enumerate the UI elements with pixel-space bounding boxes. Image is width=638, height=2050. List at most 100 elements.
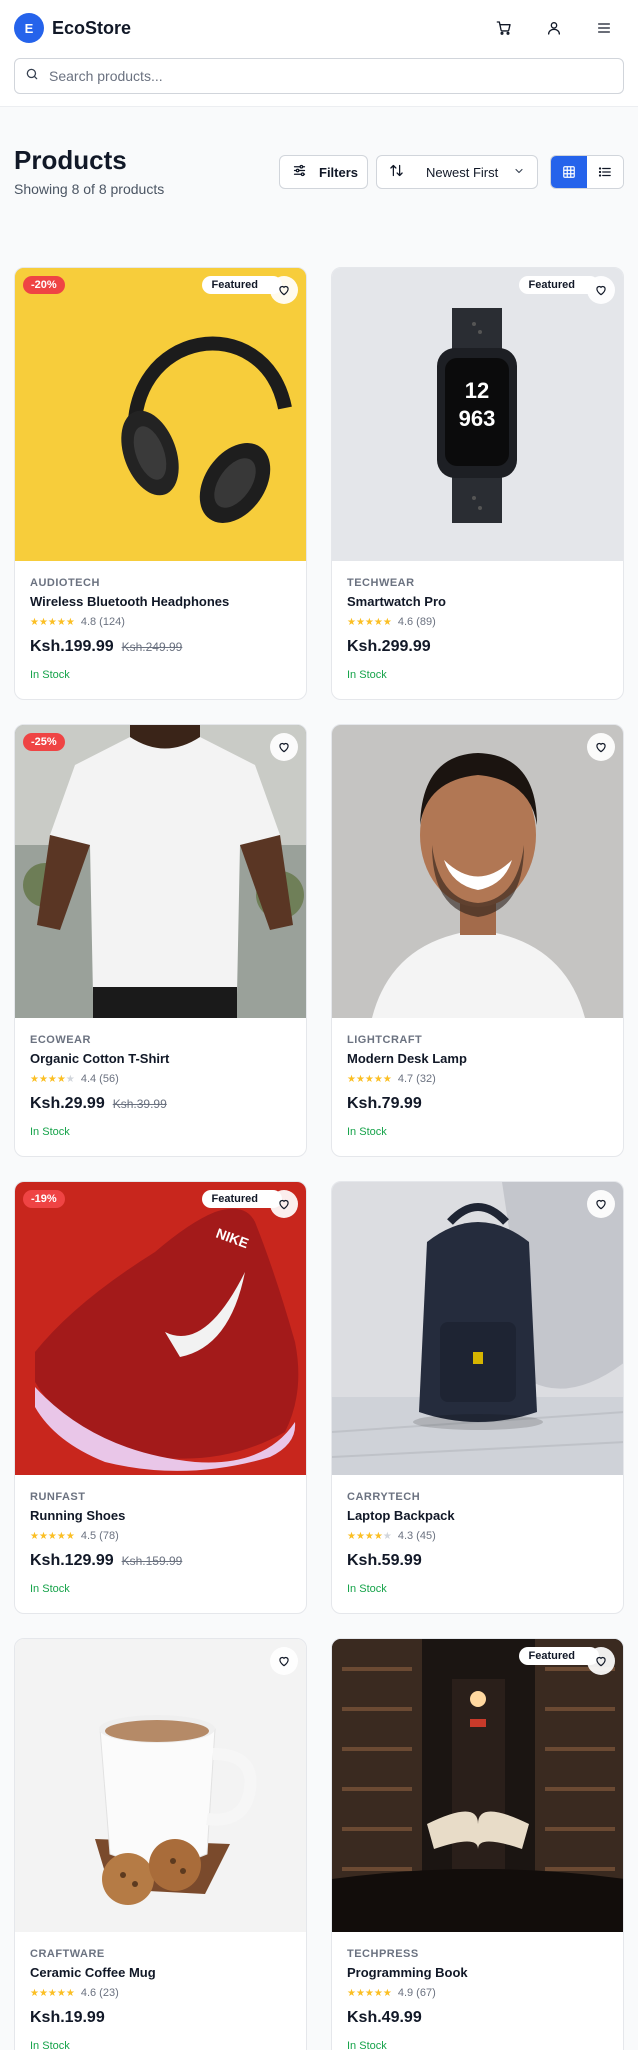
product-rating: ★★★★★ 4.4 (56) (30, 1073, 119, 1085)
discount-badge: -25% (23, 733, 65, 751)
product-card[interactable]: LIGHTCRAFT Modern Desk Lamp ★★★★★ 4.7 (32… (331, 724, 624, 1157)
grid-view-button[interactable] (551, 156, 587, 188)
results-count: Showing 8 of 8 products (14, 181, 165, 197)
product-price: Ksh.59.99 (347, 1552, 422, 1569)
product-price: Ksh.199.99 (30, 638, 114, 655)
product-image[interactable]: 12 963 Featured (332, 268, 623, 561)
stock-status: In Stock (30, 669, 70, 681)
product-brand: CRAFTWARE (30, 1948, 105, 1960)
original-price: Ksh.39.99 (112, 1097, 167, 1111)
svg-text:963: 963 (459, 406, 496, 431)
sort-arrows-icon (389, 163, 404, 181)
product-price: Ksh.19.99 (30, 2009, 105, 2026)
sort-select[interactable]: Newest First (376, 155, 538, 189)
filters-label: Filters (319, 164, 359, 180)
product-image[interactable]: Featured (332, 1639, 623, 1932)
stock-status: In Stock (347, 669, 387, 681)
search-icon (25, 67, 39, 86)
product-name[interactable]: Laptop Backpack (347, 1508, 608, 1523)
product-price: Ksh.49.99 (347, 2009, 422, 2026)
product-price: Ksh.29.99 (30, 1095, 105, 1112)
product-image[interactable]: NIKE -19% Featured (15, 1182, 306, 1475)
product-rating: ★★★★★ 4.8 (124) (30, 616, 125, 628)
stock-status: In Stock (347, 1126, 387, 1138)
product-card[interactable]: -20% Featured AUDIOTECH Wireless Bluetoo… (14, 267, 307, 700)
original-price: Ksh.159.99 (121, 1554, 183, 1568)
product-card[interactable]: Featured TECHPRESS Programming Book ★★★★… (331, 1638, 624, 2050)
product-rating: ★★★★★ 4.3 (45) (347, 1530, 436, 1542)
stock-status: In Stock (347, 1583, 387, 1595)
stock-status: In Stock (347, 2040, 387, 2050)
star-rating-icon: ★★★★★ (30, 1987, 75, 1999)
filters-button[interactable]: Filters (279, 155, 368, 189)
heart-icon[interactable] (587, 1647, 615, 1675)
product-image[interactable] (15, 1639, 306, 1932)
search-box (14, 58, 624, 94)
user-icon[interactable] (540, 14, 568, 42)
star-rating-icon: ★★★★★ (30, 1530, 75, 1542)
cart-icon[interactable] (490, 14, 518, 42)
product-price: Ksh.299.99 (347, 638, 431, 655)
product-name[interactable]: Ceramic Coffee Mug (30, 1965, 291, 1980)
product-name[interactable]: Wireless Bluetooth Headphones (30, 594, 291, 609)
heart-icon[interactable] (270, 276, 298, 304)
list-icon (598, 167, 611, 177)
heart-icon[interactable] (587, 733, 615, 761)
product-price: Ksh.129.99 (30, 1552, 114, 1569)
product-image[interactable] (332, 725, 623, 1018)
original-price: Ksh.249.99 (121, 640, 183, 654)
product-card[interactable]: CRAFTWARE Ceramic Coffee Mug ★★★★★ 4.6 (2… (14, 1638, 307, 2050)
star-rating-icon: ★★★★★ (30, 1073, 75, 1085)
menu-icon[interactable] (590, 14, 618, 42)
sliders-icon (292, 163, 307, 181)
product-brand: AUDIOTECH (30, 577, 100, 589)
sort-value: Newest First (426, 164, 499, 180)
heart-icon[interactable] (270, 1647, 298, 1675)
product-card[interactable]: CARRYTECH Laptop Backpack ★★★★★ 4.3 (45) … (331, 1181, 624, 1614)
star-rating-icon: ★★★★★ (30, 616, 75, 628)
stock-status: In Stock (30, 1126, 70, 1138)
product-brand: TECHWEAR (347, 577, 415, 589)
logo-icon[interactable]: E (14, 13, 44, 43)
product-brand: TECHPRESS (347, 1948, 419, 1960)
product-image[interactable]: -25% (15, 725, 306, 1018)
product-card[interactable]: -25% ECOWEAR Organic Cotton T-Shirt ★★★★… (14, 724, 307, 1157)
product-name[interactable]: Programming Book (347, 1965, 608, 1980)
heart-icon[interactable] (270, 733, 298, 761)
product-rating: ★★★★★ 4.5 (78) (30, 1530, 119, 1542)
star-rating-icon: ★★★★★ (347, 616, 392, 628)
view-toggle (550, 155, 624, 189)
star-rating-icon: ★★★★★ (347, 1530, 392, 1542)
product-brand: LIGHTCRAFT (347, 1034, 423, 1046)
product-name[interactable]: Modern Desk Lamp (347, 1051, 608, 1066)
stock-status: In Stock (30, 2040, 70, 2050)
app-header: E EcoStore (0, 0, 638, 56)
page-title: Products (14, 145, 127, 175)
chevron-down-icon (513, 165, 525, 180)
product-card[interactable]: 12 963 Featured TECHWEAR Smartwatch Pro … (331, 267, 624, 700)
search-bar (0, 56, 638, 107)
star-rating-icon: ★★★★★ (347, 1987, 392, 1999)
heart-icon[interactable] (270, 1190, 298, 1218)
search-input[interactable] (49, 68, 623, 84)
product-name[interactable]: Running Shoes (30, 1508, 291, 1523)
product-brand: RUNFAST (30, 1491, 86, 1503)
product-rating: ★★★★★ 4.6 (89) (347, 616, 436, 628)
product-brand: ECOWEAR (30, 1034, 91, 1046)
product-image[interactable] (332, 1182, 623, 1475)
svg-text:12: 12 (465, 378, 489, 403)
product-name[interactable]: Smartwatch Pro (347, 594, 608, 609)
product-rating: ★★★★★ 4.9 (67) (347, 1987, 436, 1999)
product-grid: -20% Featured AUDIOTECH Wireless Bluetoo… (0, 235, 638, 2050)
star-rating-icon: ★★★★★ (347, 1073, 392, 1085)
heart-icon[interactable] (587, 1190, 615, 1218)
discount-badge: -19% (23, 1190, 65, 1208)
brand-name[interactable]: EcoStore (52, 18, 131, 39)
products-toolbar: Products Showing 8 of 8 products Filters… (0, 107, 638, 235)
product-image[interactable]: -20% Featured (15, 268, 306, 561)
product-name[interactable]: Organic Cotton T-Shirt (30, 1051, 291, 1066)
heart-icon[interactable] (587, 276, 615, 304)
list-view-button[interactable] (587, 156, 623, 188)
product-card[interactable]: NIKE -19% Featured RUNFAST Running Shoes… (14, 1181, 307, 1614)
discount-badge: -20% (23, 276, 65, 294)
